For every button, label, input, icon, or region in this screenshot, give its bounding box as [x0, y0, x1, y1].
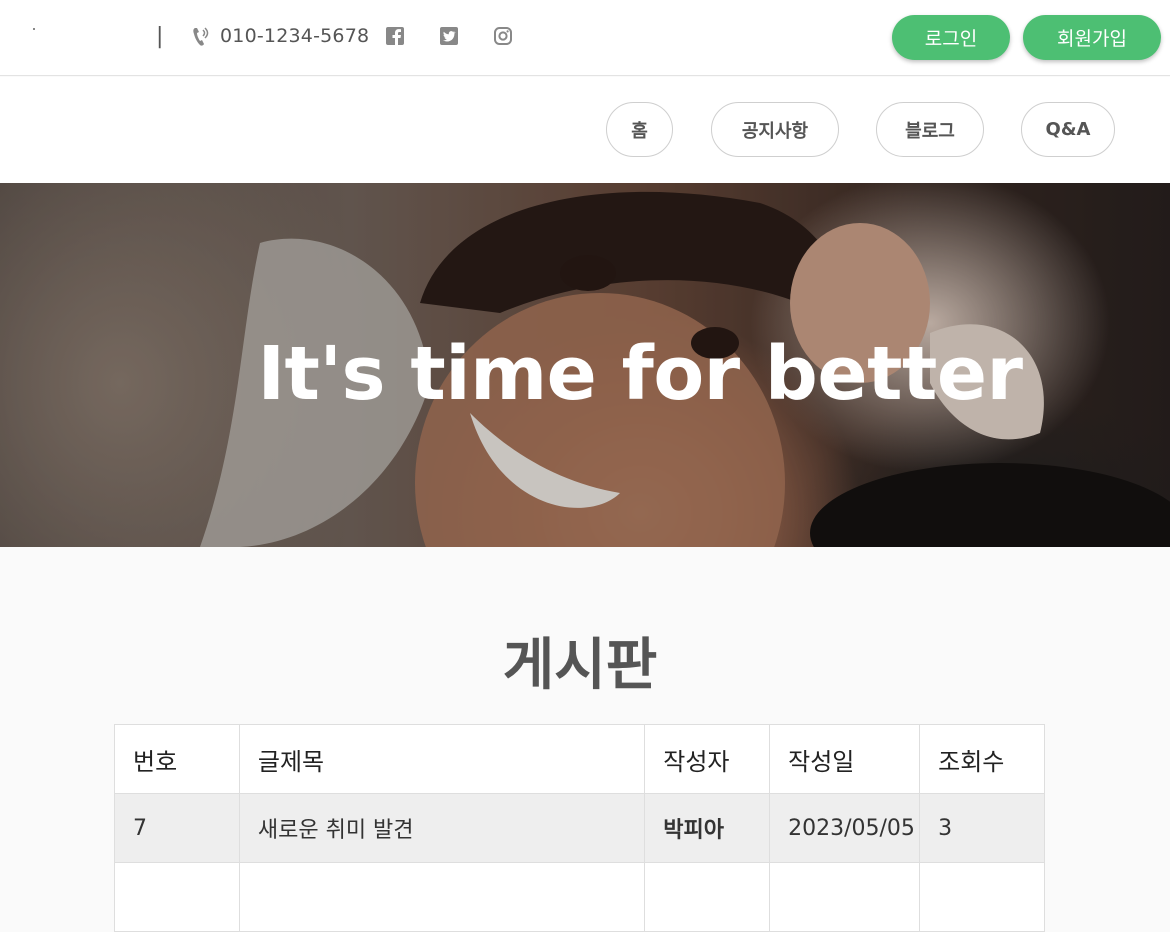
empty-cell [644, 862, 771, 932]
login-button[interactable]: 로그인 [892, 15, 1010, 60]
top-bar: | 010-1234-5678 로그인 회원가입 [0, 0, 1170, 76]
board-title: 게시판 [502, 633, 658, 698]
instagram-icon[interactable] [493, 26, 513, 46]
phone-number: 010-1234-5678 [220, 25, 370, 47]
row-title-link[interactable]: 새로운 취미 발견 [238, 793, 646, 863]
table-row [114, 862, 1045, 932]
row-author: 박피아 [644, 793, 771, 863]
empty-cell [769, 862, 921, 932]
phone-icon [193, 27, 209, 46]
column-header-number: 번호 [114, 724, 240, 794]
board-table: 번호 글제목 작성자 작성일 조회수 7 새로운 취미 발견 박피아 2023/… [114, 724, 1045, 932]
column-header-views: 조회수 [919, 724, 1045, 794]
signup-button[interactable]: 회원가입 [1023, 15, 1161, 60]
row-date: 2023/05/05 [769, 793, 921, 863]
nav-item-blog[interactable]: 블로그 [876, 102, 984, 157]
logo[interactable] [33, 28, 35, 30]
header-divider: | [156, 24, 164, 49]
nav-item-notice[interactable]: 공지사항 [711, 102, 839, 157]
twitter-icon[interactable] [439, 26, 459, 46]
table-row[interactable]: 7 새로운 취미 발견 박피아 2023/05/05 3 [114, 793, 1045, 863]
nav-item-home[interactable]: 홈 [606, 102, 673, 157]
row-number: 7 [114, 793, 240, 863]
empty-cell [919, 862, 1045, 932]
facebook-icon[interactable] [385, 26, 405, 46]
table-header-row: 번호 글제목 작성자 작성일 조회수 [114, 724, 1045, 794]
column-header-author: 작성자 [644, 724, 771, 794]
column-header-title: 글제목 [238, 724, 646, 794]
hero-title: It's time for better [257, 331, 1023, 417]
row-views: 3 [919, 793, 1045, 863]
hero-banner: It's time for better [0, 183, 1170, 547]
empty-cell [238, 862, 646, 932]
nav-item-qa[interactable]: Q&A [1021, 102, 1115, 157]
empty-cell [114, 862, 240, 932]
column-header-date: 작성일 [769, 724, 921, 794]
main-nav: 홈 공지사항 블로그 Q&A [0, 77, 1170, 183]
